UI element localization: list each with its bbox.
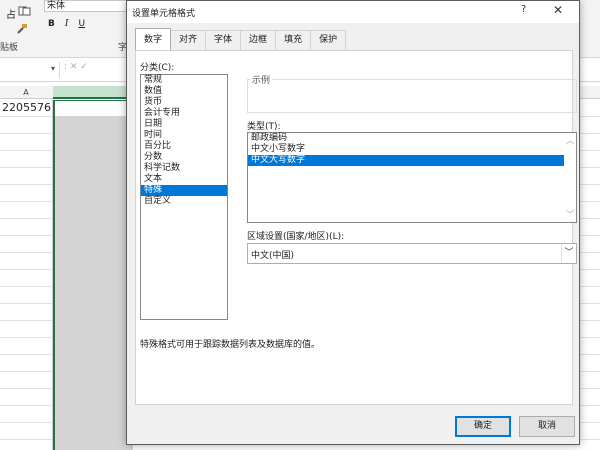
category-item[interactable]: 数值	[141, 86, 227, 97]
copy-icon[interactable]	[18, 6, 32, 16]
type-item-selected[interactable]: 中文大写数字	[248, 155, 564, 166]
locale-label: 区域设置(国家/地区)(L):	[247, 232, 345, 242]
active-cell[interactable]	[53, 100, 133, 116]
type-list-scrollbar[interactable]: ︿ ﹀	[564, 133, 576, 222]
sample-box: 示例	[247, 73, 577, 113]
dialog-title: 设置单元格格式	[132, 9, 196, 19]
format-description: 特殊格式可用于跟踪数据列表及数据库的值。	[140, 340, 321, 350]
italic-button[interactable]: I	[65, 19, 69, 31]
locale-value: 中文(中国)	[251, 251, 295, 261]
format-cells-dialog: 设置单元格格式 ? ✕ 数字 对齐 字体 边框 填充 保护 分类(C): 常规 …	[126, 0, 580, 445]
category-item[interactable]: 文本	[141, 174, 227, 185]
name-box[interactable]: ▾	[0, 62, 60, 78]
chevron-down-icon[interactable]: ﹀	[561, 244, 576, 263]
dialog-title-bar[interactable]: 设置单元格格式 ? ✕	[127, 1, 579, 23]
dialog-tabs: 数字 对齐 字体 边框 填充 保护	[135, 28, 347, 50]
number-tab-panel: 分类(C): 常规 数值 货币 会计专用 日期 时间 百分比 分数 科学记数 文…	[135, 50, 577, 405]
cancel-button[interactable]: 取消	[519, 416, 575, 437]
font-style-buttons: B I U	[48, 19, 85, 31]
column-header-a[interactable]: A	[0, 86, 52, 99]
category-item[interactable]: 货币	[141, 97, 227, 108]
category-item[interactable]: 日期	[141, 119, 227, 130]
tab-fill[interactable]: 填充	[275, 30, 312, 50]
type-list[interactable]: 邮政编码 中文小写数字 中文大写数字 ︿ ﹀	[247, 132, 577, 223]
ok-button[interactable]: 确定	[455, 416, 511, 437]
chevron-down-icon[interactable]: ▾	[51, 64, 55, 73]
scroll-up-icon[interactable]: ︿	[564, 135, 576, 146]
clipboard-group-label: 贴板	[0, 43, 19, 53]
category-item[interactable]: 自定义	[141, 196, 227, 207]
type-item[interactable]: 中文小写数字	[248, 144, 576, 155]
locale-select[interactable]: 中文(中国) ﹀	[247, 243, 577, 264]
category-item[interactable]: 分数	[141, 152, 227, 163]
scroll-down-icon[interactable]: ﹀	[564, 209, 576, 220]
column-header-b[interactable]	[53, 86, 133, 99]
selected-column-range[interactable]	[53, 100, 133, 450]
tab-border[interactable]: 边框	[240, 30, 277, 50]
close-icon[interactable]: ✕	[553, 3, 563, 17]
category-item-selected[interactable]: 特殊	[141, 185, 227, 196]
format-painter-icon[interactable]	[16, 24, 28, 34]
category-item[interactable]: 科学记数	[141, 163, 227, 174]
cell-a1-value[interactable]: 2205576	[2, 101, 51, 114]
category-item[interactable]: 百分比	[141, 141, 227, 152]
sample-label: 示例	[250, 73, 273, 86]
tab-protection[interactable]: 保护	[310, 30, 347, 50]
category-item[interactable]: 常规	[141, 75, 227, 86]
category-item[interactable]: 时间	[141, 130, 227, 141]
help-icon[interactable]: ?	[521, 4, 526, 15]
font-name-box[interactable]: 宋体	[44, 0, 130, 12]
underline-button[interactable]: U	[78, 19, 85, 31]
bold-button[interactable]: B	[48, 19, 55, 31]
type-item[interactable]: 邮政编码	[248, 133, 576, 144]
type-label: 类型(T):	[247, 122, 281, 132]
tab-alignment[interactable]: 对齐	[170, 30, 207, 50]
category-label: 分类(C):	[140, 63, 175, 73]
category-list[interactable]: 常规 数值 货币 会计专用 日期 时间 百分比 分数 科学记数 文本 特殊 自定…	[140, 74, 228, 320]
tab-number[interactable]: 数字	[135, 28, 172, 50]
category-item[interactable]: 会计专用	[141, 108, 227, 119]
formula-bar-buttons[interactable]: : ✕ ✓	[64, 62, 88, 72]
paste-label: 占	[6, 10, 16, 21]
tab-font[interactable]: 字体	[205, 30, 242, 50]
